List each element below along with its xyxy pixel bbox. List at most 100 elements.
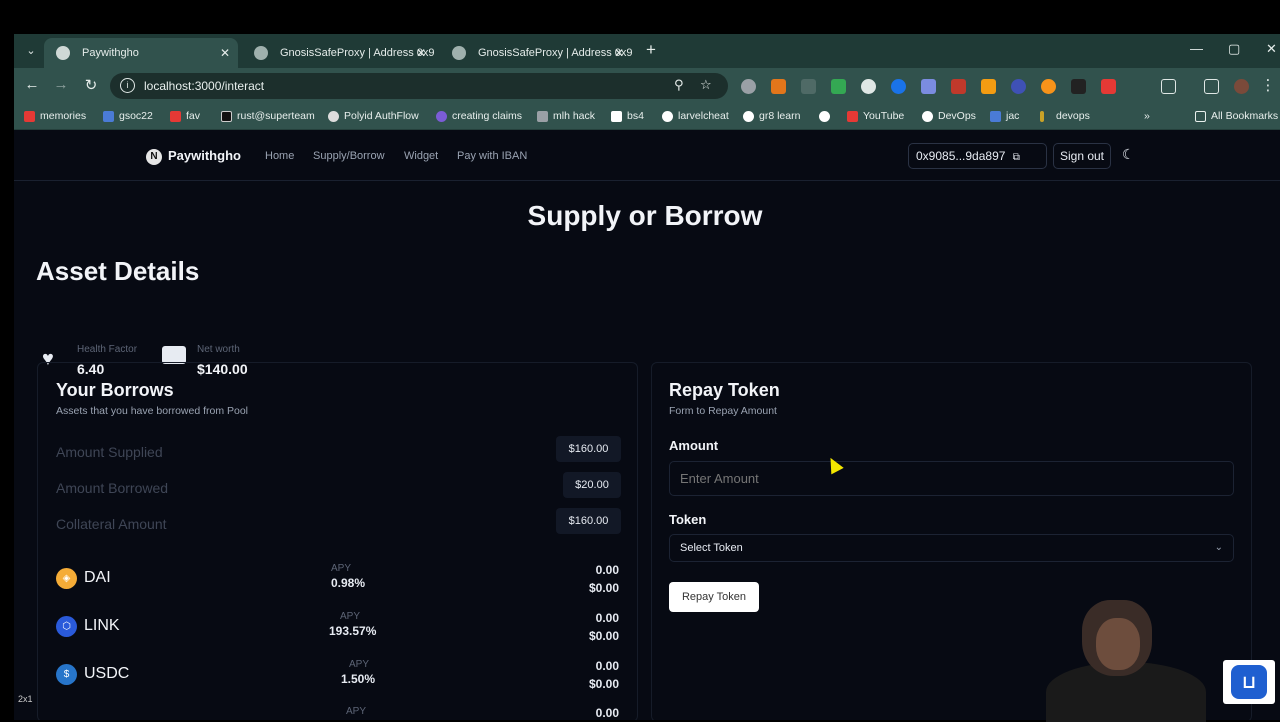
token-usd: $0.00: [588, 677, 619, 691]
maximize-icon[interactable]: ▢: [1228, 41, 1240, 57]
back-icon[interactable]: ←: [22, 76, 42, 93]
token-select[interactable]: Select Token ⌄: [669, 534, 1234, 562]
token-label: Token: [669, 512, 707, 527]
extensions-puzzle-icon[interactable]: [1161, 79, 1176, 94]
tab-strip: ⌄ Paywithgho ✕ GnosisSafeProxy | Address…: [14, 34, 1280, 68]
extension-icon[interactable]: [861, 79, 876, 94]
wallet-address-button[interactable]: 0x9085...9da897 ⧉: [908, 143, 1047, 169]
tab-gnosis-1[interactable]: GnosisSafeProxy | Address 0x90 ✕: [242, 38, 434, 68]
url-text[interactable]: localhost:3000/interact: [144, 79, 264, 93]
extension-icon[interactable]: [891, 79, 906, 94]
more-bookmarks-icon[interactable]: »: [1144, 110, 1150, 122]
address-bar[interactable]: i localhost:3000/interact ⚲ ☆: [110, 73, 728, 99]
bookmark-label: devops: [1056, 110, 1090, 122]
extension-icon[interactable]: [831, 79, 846, 94]
bookmark-label: Polyid AuthFlow: [344, 110, 419, 122]
side-panel-icon[interactable]: [1204, 79, 1219, 94]
tab-paywithgho[interactable]: Paywithgho ✕: [44, 38, 238, 68]
bookmark-jac[interactable]: jac: [990, 110, 1019, 122]
bookmark-polyid[interactable]: Polyid AuthFlow: [328, 110, 419, 122]
sign-out-button[interactable]: Sign out: [1053, 143, 1111, 169]
all-bookmarks-button[interactable]: All Bookmarks: [1195, 110, 1278, 122]
google-icon: [743, 111, 754, 122]
metamask-icon[interactable]: [771, 79, 786, 94]
amount-label: Amount: [669, 438, 719, 453]
bookmark-label: memories: [40, 110, 87, 122]
brand-logo-icon[interactable]: N: [146, 149, 162, 165]
nav-supply-borrow[interactable]: Supply/Borrow: [313, 150, 385, 162]
extension-icon[interactable]: [741, 79, 756, 94]
extension-icon[interactable]: [1011, 79, 1026, 94]
site-icon: [990, 111, 1001, 122]
new-tab-button[interactable]: +: [646, 40, 656, 60]
extension-icon[interactable]: [981, 79, 996, 94]
bookmark-creating-claims[interactable]: creating claims: [436, 110, 522, 122]
profile-avatar[interactable]: [1234, 79, 1249, 94]
bookmark-star-icon[interactable]: ☆: [700, 77, 712, 93]
forward-icon[interactable]: →: [51, 76, 71, 93]
borrows-title: Your Borrows: [56, 380, 174, 400]
close-tab-icon[interactable]: ✕: [414, 38, 428, 68]
your-borrows-card: Your Borrows Assets that you have borrow…: [37, 362, 638, 720]
corner-watermark-logo: ⊔: [1223, 660, 1275, 704]
reload-icon[interactable]: ↻: [81, 76, 101, 94]
brand-name[interactable]: Paywithgho: [168, 148, 241, 163]
apy-label: APY: [346, 706, 367, 717]
amount-borrowed-value: $20.00: [563, 472, 621, 498]
minimize-icon[interactable]: —: [1190, 41, 1203, 56]
bookmark-youtube[interactable]: YouTube: [847, 110, 904, 122]
bookmark-gr8-learn[interactable]: gr8 learn: [743, 110, 800, 122]
chrome-menu-icon[interactable]: ⋮: [1258, 76, 1278, 94]
dark-mode-toggle-icon[interactable]: ☾: [1122, 146, 1135, 163]
asset-details-heading: Asset Details: [36, 256, 200, 286]
globe-icon: [819, 111, 830, 122]
bookmark-label: gsoc22: [119, 110, 153, 122]
bookmark-fav[interactable]: fav: [170, 110, 200, 122]
bookmark-gsoc22[interactable]: gsoc22: [103, 110, 153, 122]
nav-home[interactable]: Home: [265, 150, 294, 162]
site-icon: [1040, 111, 1044, 122]
logo-icon: ⊔: [1231, 665, 1267, 699]
site-icon: [537, 111, 548, 122]
bookmark-memories[interactable]: memories: [24, 110, 86, 122]
tab-search-icon[interactable]: ⌄: [22, 42, 40, 60]
bookmark-larvelcheat[interactable]: larvelcheat: [662, 110, 729, 122]
gmail-icon: [170, 111, 181, 122]
zoom-indicator: 2x1: [18, 694, 33, 704]
apy-label: APY: [349, 659, 370, 670]
bookmark-label: creating claims: [452, 110, 523, 122]
close-tab-icon[interactable]: ✕: [218, 38, 232, 68]
extension-icon[interactable]: [801, 79, 816, 94]
amount-supplied-value: $160.00: [556, 436, 621, 462]
tab-favicon-icon: [452, 46, 466, 60]
browser-toolbar: ← → ↻ i localhost:3000/interact ⚲ ☆ ⋮: [14, 68, 1280, 104]
bookmark-mlh-hack[interactable]: mlh hack: [537, 110, 595, 122]
bookmark-bs4[interactable]: bs4: [611, 110, 644, 122]
bookmark-devops[interactable]: devops: [1040, 110, 1090, 122]
tab-gnosis-2[interactable]: GnosisSafeProxy | Address 0x90 ✕: [440, 38, 632, 68]
bookmark-label: rust@superteam: [237, 110, 315, 122]
repay-token-button[interactable]: Repay Token: [669, 582, 759, 612]
usdc-icon: $: [56, 664, 77, 685]
amount-input[interactable]: [669, 461, 1234, 496]
nav-pay-with-iban[interactable]: Pay with IBAN: [457, 150, 527, 162]
tab-title: Paywithgho: [82, 47, 139, 59]
extension-icon[interactable]: [1101, 79, 1116, 94]
app-navbar: N Paywithgho Home Supply/Borrow Widget P…: [14, 130, 1280, 181]
extension-icon[interactable]: [951, 79, 966, 94]
close-tab-icon[interactable]: ✕: [612, 38, 626, 68]
extension-icon[interactable]: [1041, 79, 1056, 94]
token-usd: $0.00: [588, 629, 619, 643]
youtube-icon: [24, 111, 35, 122]
site-info-icon[interactable]: i: [120, 78, 135, 93]
extension-icon[interactable]: [921, 79, 936, 94]
zoom-icon[interactable]: ⚲: [674, 77, 684, 93]
nav-widget[interactable]: Widget: [404, 150, 438, 162]
external-link-icon[interactable]: ⧉: [1013, 152, 1020, 163]
bookmark-rust-superteam[interactable]: rust@superteam: [221, 110, 315, 122]
bookmark-label: DevOps: [938, 110, 976, 122]
bookmark-devops-folder[interactable]: DevOps: [922, 110, 976, 122]
close-window-icon[interactable]: ✕: [1266, 41, 1277, 57]
tab-title: GnosisSafeProxy | Address 0x90: [478, 47, 632, 59]
extension-icon[interactable]: [1071, 79, 1086, 94]
